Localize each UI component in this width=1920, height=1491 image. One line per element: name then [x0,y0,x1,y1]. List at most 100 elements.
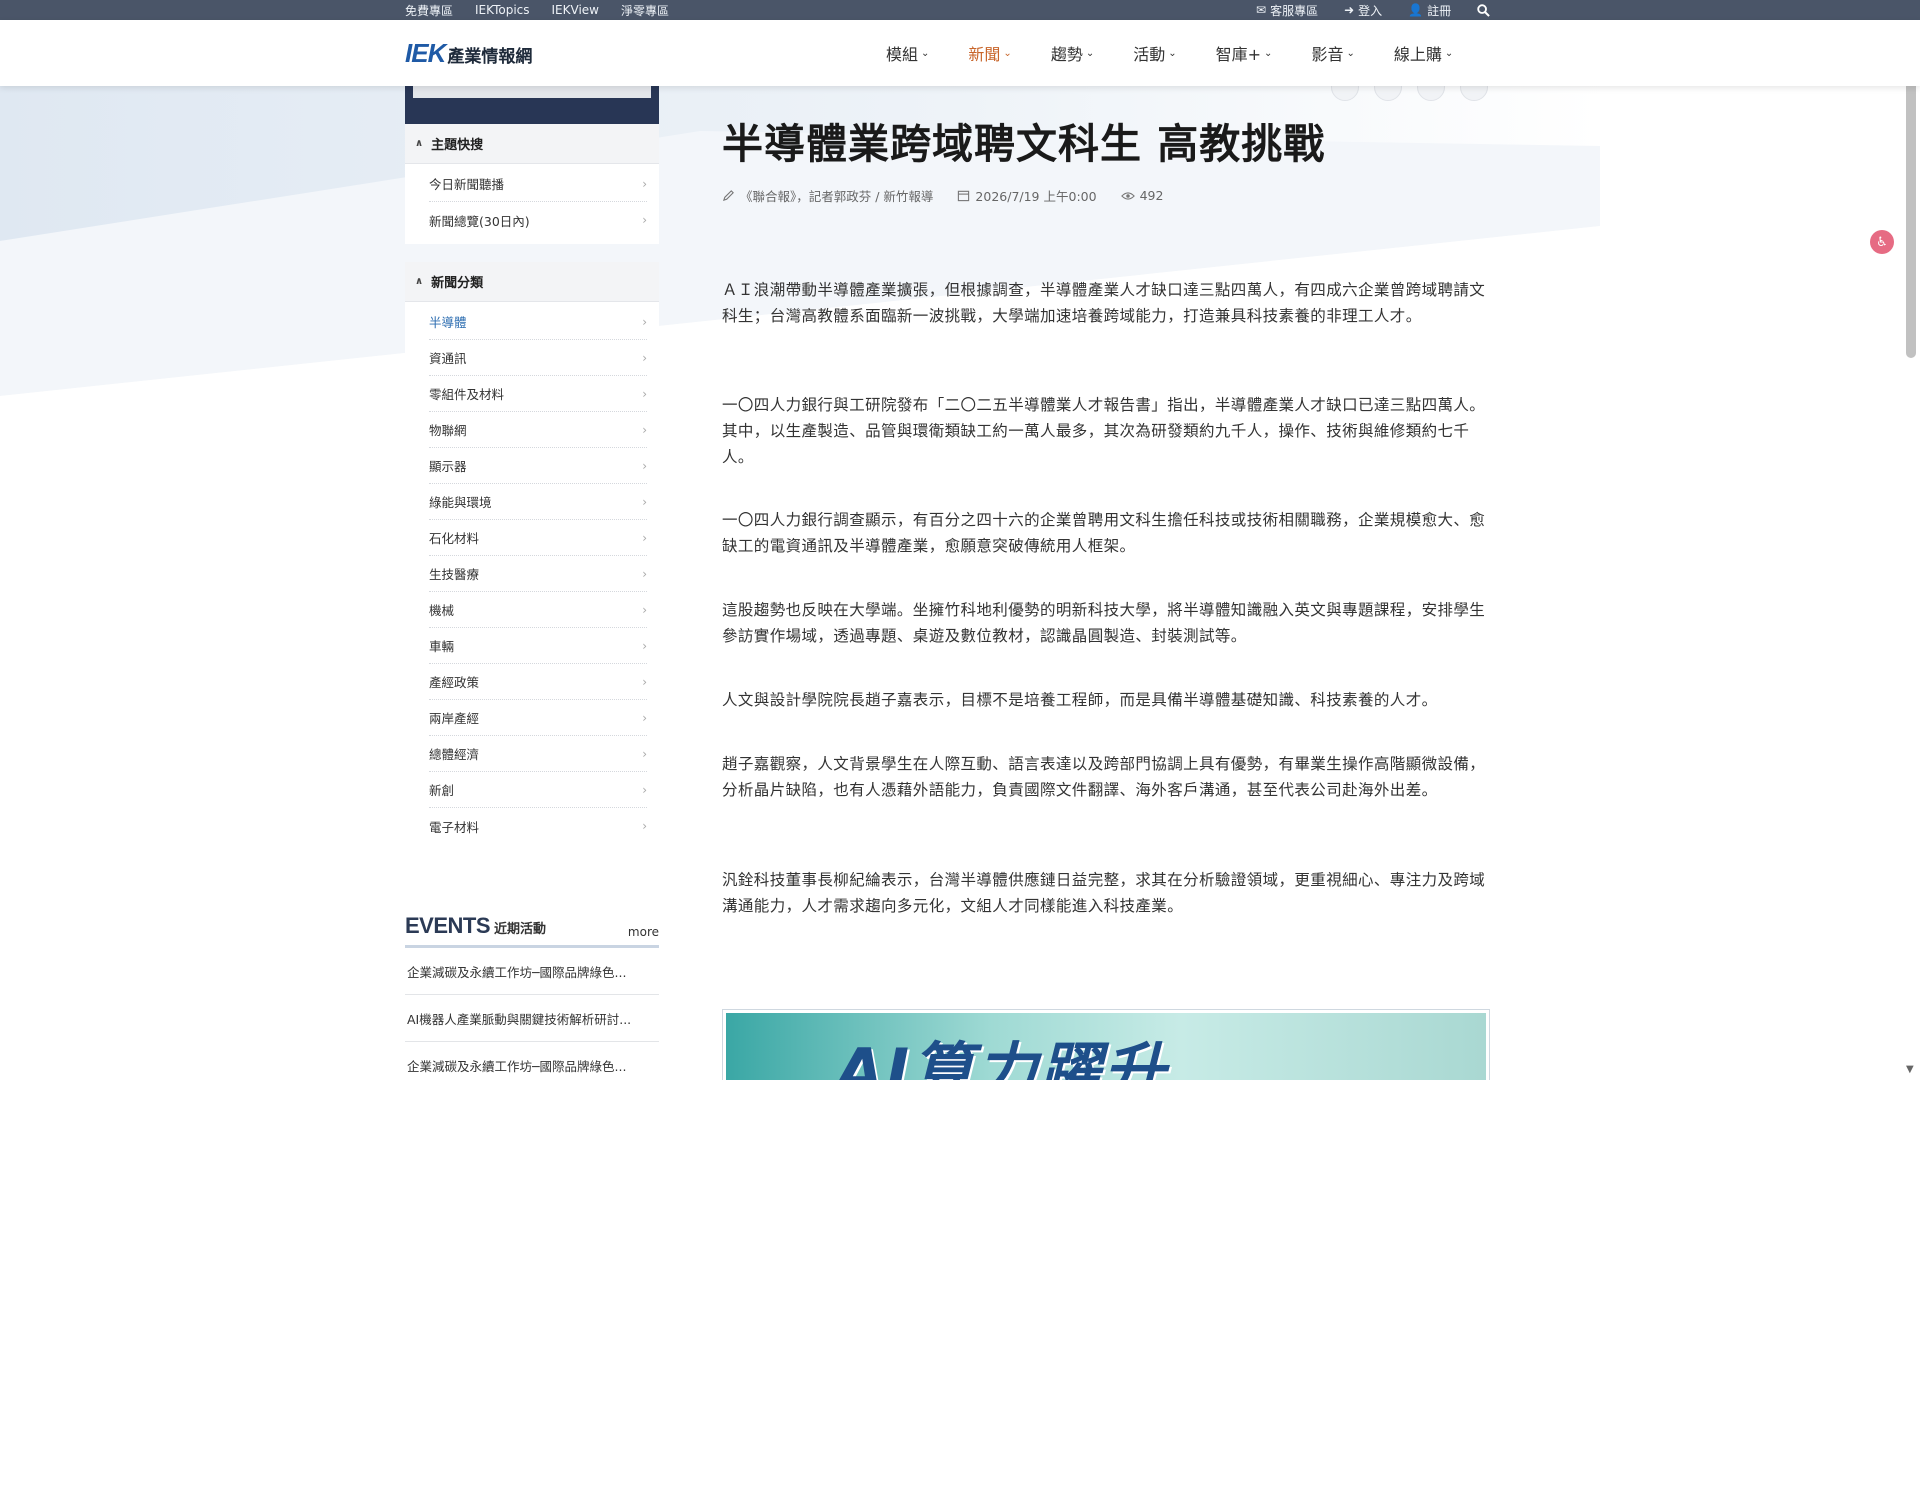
chevron-right-icon: › [642,530,647,545]
list-item[interactable]: 新創 › [429,772,647,808]
list-item[interactable]: 產經政策 › [429,664,647,700]
list-item[interactable]: 兩岸產經 › [429,700,647,736]
nav-video[interactable]: 影音 ⌄ [1311,41,1354,65]
chevron-down-icon: ⌄ [1444,47,1454,59]
ad-banner[interactable]: AI算力躍升 [722,1009,1490,1080]
pencil-icon [722,190,734,202]
article-meta: 《聯合報》，記者郭政芬 / 新竹報導 2026/7/19 上午0:00 492 [722,186,1163,205]
nav-shop[interactable]: 線上購 ⌄ [1394,41,1453,65]
logo-text: 產業情報網 [447,47,533,67]
chevron-right-icon: › [642,566,647,581]
item-label: 顯示器 [429,459,467,474]
item-label: 電子材料 [429,819,480,835]
topic-quick-search: ∧ 主題快搜 今日新聞聽播 › 新聞總覽(30日內) › [405,124,659,244]
login-link[interactable]: ➜ 登入 [1344,2,1382,19]
site-header: IEK 產業情報網 模組 ⌄ 新聞 ⌄ 趨勢 ⌄ 活動 ⌄ 智庫+ ⌄ 影音 ⌄ 線上購 ⌄ [0,20,1920,86]
nav-trends[interactable]: 趨勢 ⌄ [1051,41,1094,65]
list-item[interactable]: 顯示器 › [429,448,647,484]
link-iekview[interactable]: IEKView [552,3,599,17]
chevron-right-icon: › [642,386,647,401]
item-label: 車輛 [429,639,455,654]
service-link[interactable]: ✉ 客服專區 [1256,2,1318,19]
article-paragraph: ＡＩ浪潮帶動半導體產業擴張，但根據調查，半導體產業人才缺口達三點四萬人，有四成六… [722,281,1486,325]
chevron-right-icon: › [642,782,647,797]
scrollbar-thumb[interactable] [1906,56,1916,358]
nav-label: 影音 [1311,45,1344,64]
list-item[interactable]: 機械 › [429,592,647,628]
chevron-right-icon: › [642,422,647,437]
list-item[interactable]: 今日新聞聽播 › [429,166,647,202]
chevron-down-icon: ⌄ [1346,47,1355,59]
chevron-down-icon: ⌄ [1003,47,1012,59]
scroll-down-arrow-icon[interactable]: ▼ [1906,1064,1914,1075]
chevron-up-icon: ∧ [415,138,424,149]
list-item[interactable]: 物聯網 › [429,412,647,448]
ad-banner-text: AI算力躍升 [836,1035,1168,1080]
chevron-right-icon: › [642,746,647,761]
topic-heading: 主題快搜 [431,138,484,153]
link-free-zone[interactable]: 免費專區 [405,2,453,19]
accessibility-icon: ♿ [1876,234,1888,250]
item-label: 產經政策 [429,675,480,690]
user-plus-icon: 👤 [1408,3,1424,17]
chevron-down-icon: ⌄ [1085,47,1095,59]
chevron-right-icon: › [642,314,647,329]
register-label: 註冊 [1427,3,1452,18]
chevron-right-icon: › [642,674,647,689]
site-logo[interactable]: IEK 產業情報網 [405,38,532,69]
list-item[interactable]: 新聞總覽(30日內) › [429,202,647,238]
item-label: 物聯網 [429,423,467,438]
list-item[interactable]: 資通訊 › [429,340,647,376]
nav-label: 活動 [1133,45,1166,64]
link-net-zero[interactable]: 淨零專區 [621,2,669,19]
article-paragraph: 人文與設計學院院長趙子嘉表示，目標不是培養工程師，而是具備半導體基礎知識、科技素… [722,691,1438,709]
topic-list: 今日新聞聽播 › 新聞總覽(30日內) › [405,164,659,244]
accessibility-button[interactable]: ♿ [1870,230,1894,254]
meta-date: 2026/7/19 上午0:00 [957,186,1097,205]
article-paragraph: 汎銓科技董事長柳紀綸表示，台灣半導體供應鏈日益完整，求其在分析驗證領域，更重視細… [722,871,1486,915]
nav-label: 線上購 [1393,45,1442,64]
chevron-right-icon: › [642,710,647,725]
nav-modules[interactable]: 模組 ⌄ [886,41,929,65]
item-label: 資通訊 [429,351,467,366]
topic-section-header[interactable]: ∧ 主題快搜 [405,124,659,164]
event-item[interactable]: 企業減碳及永續工作坊─國際品牌綠色... [405,1042,659,1080]
event-item[interactable]: AI機器人產業脈動與關鍵技術解析研討... [405,995,659,1042]
views-count: 492 [1139,188,1164,203]
date-text: 2026/7/19 上午0:00 [975,189,1097,204]
list-item[interactable]: 半導體 › [429,304,647,340]
nav-news[interactable]: 新聞 ⌄ [968,41,1011,65]
list-item[interactable]: 電子材料 › [429,808,647,844]
list-item[interactable]: 總體經濟 › [429,736,647,772]
list-item[interactable]: 生技醫療 › [429,556,647,592]
nav-think-tank[interactable]: 智庫+ ⌄ [1216,41,1273,65]
meta-views: 492 [1120,188,1164,203]
list-item[interactable]: 零組件及材料 › [429,376,647,412]
item-label: 新創 [429,783,455,798]
events-more-link[interactable]: more [628,925,659,939]
list-item[interactable]: 車輛 › [429,628,647,664]
link-iektopics[interactable]: IEKTopics [475,3,530,17]
article-paragraph: 一〇四人力銀行與工研院發布「二〇二五半導體業人才報告書」指出，半導體產業人才缺口… [722,396,1486,466]
article-title: 半導體業跨域聘文科生 高教挑戰 [722,120,1326,168]
sidebar-search-input[interactable] [413,86,651,98]
utility-actions: ✉ 客服專區 ➜ 登入 👤 註冊 [1256,0,1490,20]
meta-source: 《聯合報》，記者郭政芬 / 新竹報導 [722,186,933,205]
utility-links: 免費專區 IEKTopics IEKView 淨零專區 [405,0,669,20]
logo-mark: IEK [405,38,446,68]
source-text: 《聯合報》，記者郭政芬 / 新竹報導 [740,189,934,204]
list-item[interactable]: 石化材料 › [429,520,647,556]
events-header: EVENTS 近期活動 more [405,913,659,948]
chevron-right-icon: › [642,638,647,653]
list-item[interactable]: 綠能與環境 › [429,484,647,520]
nav-events[interactable]: 活動 ⌄ [1133,41,1176,65]
search-button[interactable] [1477,3,1490,17]
item-label: 兩岸產經 [429,711,480,726]
chevron-right-icon: › [642,458,647,473]
utility-bar: 免費專區 IEKTopics IEKView 淨零專區 ✉ 客服專區 ➜ 登入 … [0,0,1920,20]
event-item[interactable]: 企業減碳及永續工作坊─國際品牌綠色... [405,948,659,995]
item-label: 機械 [429,603,455,618]
register-link[interactable]: 👤 註冊 [1408,2,1451,19]
sidebar-search-panel [405,86,659,124]
category-section-header[interactable]: ∧ 新聞分類 [405,262,659,302]
